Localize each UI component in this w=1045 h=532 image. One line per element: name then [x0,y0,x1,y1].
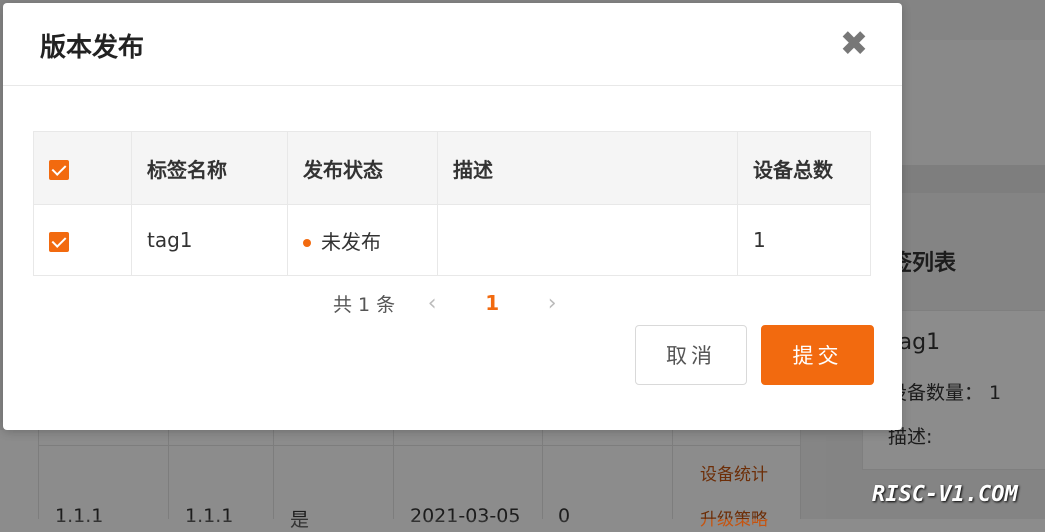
prev-page-icon[interactable]: ‹ [417,291,447,316]
cell-publish-status: 未发布 [287,204,438,276]
status-dot-icon [303,239,311,247]
status-text: 未发布 [321,229,381,254]
next-page-icon[interactable]: › [537,291,567,316]
header-publish-status: 发布状态 [287,131,438,205]
pagination-total: 共 1 条 [333,293,396,316]
publish-version-modal: 版本发布 ✖ 标签名称 发布状态 描述 设备总数 tag1 未发布 1 共 1 … [3,3,902,430]
header-device-total: 设备总数 [737,131,871,205]
header-description: 描述 [437,131,738,205]
select-all-checkbox[interactable] [49,159,69,180]
table-header-row: 标签名称 发布状态 描述 设备总数 [33,131,871,205]
close-icon[interactable]: ✖ [837,27,871,61]
modal-title: 版本发布 [40,33,145,63]
modal-header: 版本发布 ✖ [3,3,902,86]
submit-button[interactable]: 提交 [761,325,874,385]
cell-device-total: 1 [737,204,871,276]
row-select-cell [33,204,132,276]
row-checkbox[interactable] [49,231,69,252]
current-page[interactable]: 1 [447,291,537,315]
table-row: tag1 未发布 1 [33,204,871,276]
cell-description [437,204,738,276]
cell-tag-name: tag1 [131,204,288,276]
watermark-logo: RISC-V1.COM [872,482,1018,507]
select-all-cell [33,131,132,205]
tag-table: 标签名称 发布状态 描述 设备总数 tag1 未发布 1 [33,131,871,276]
header-tag-name: 标签名称 [131,131,288,205]
cancel-button[interactable]: 取消 [635,325,747,385]
pagination: 共 1 条 ‹ 1 › [333,288,567,318]
